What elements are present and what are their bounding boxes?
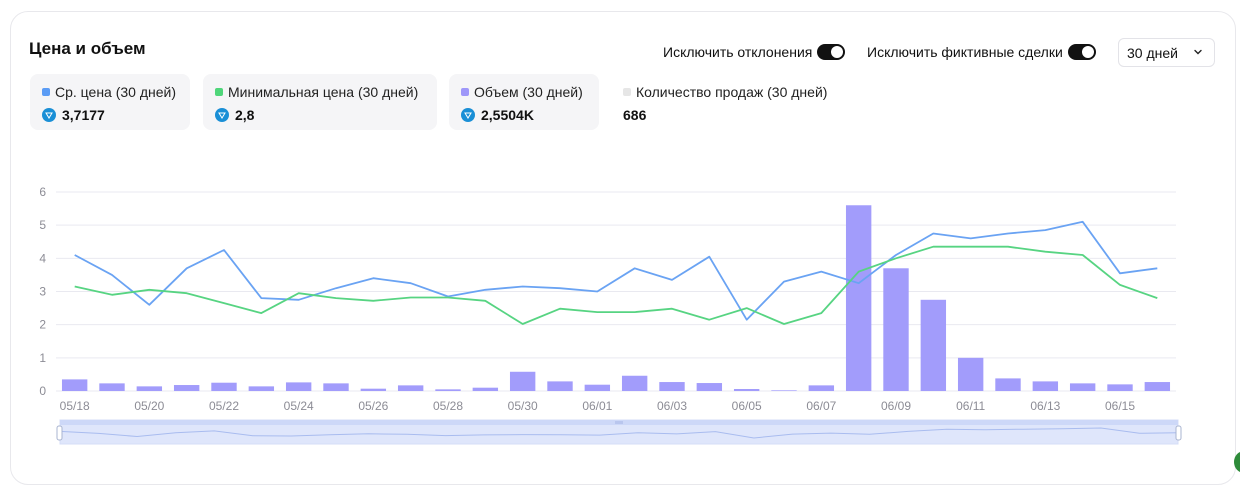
volume-bar [360,388,387,391]
avg-price-line [74,220,1158,321]
volume-bar [995,378,1021,391]
y-tick-label: 1 [39,351,46,365]
volume-bar [397,385,424,391]
volume-bar [61,379,88,391]
volume-bar [920,299,947,391]
y-tick-label: 5 [39,218,46,232]
volume-bar [1107,384,1133,391]
volume-bar [248,386,275,391]
x-tick-label: 05/20 [134,399,164,413]
volume-bar [1032,381,1059,391]
y-tick-label: 6 [39,185,46,199]
x-tick-label: 05/28 [433,399,463,413]
y-tick-label: 4 [39,251,46,265]
x-tick-label: 06/11 [956,399,985,413]
x-tick-label: 06/13 [1030,399,1060,413]
range-slider-handle-left[interactable] [56,425,63,441]
volume-bar [883,268,909,391]
volume-bar [584,384,611,391]
volume-bar [808,385,835,391]
volume-bar [1069,383,1096,391]
volume-bar [435,389,461,391]
x-tick-label: 05/30 [508,399,538,413]
volume-bar [659,382,685,391]
range-slider-grip-icon[interactable] [615,421,623,424]
x-tick-label: 06/07 [806,399,836,413]
volume-bar [547,381,573,391]
volume-bar [136,386,163,391]
y-tick-label: 3 [39,285,46,299]
volume-bar [211,382,237,391]
x-tick-label: 05/26 [358,399,388,413]
volume-bar [285,382,312,391]
range-slider-handle-right[interactable] [1175,425,1182,441]
x-tick-label: 05/18 [60,399,90,413]
volume-bar [733,389,760,391]
volume-bar [771,390,797,391]
volume-bar [173,385,200,391]
price-volume-chart: 0 1 2 3 4 5 6 05/18 05/20 05/22 05/24 05/26 05/28 05/… [39,185,1182,445]
volume-bar [472,387,499,391]
y-tick-label: 0 [39,384,46,398]
volume-bar [509,371,536,391]
x-tick-label: 06/03 [657,399,687,413]
volume-bar [845,205,872,391]
y-tick-label: 2 [39,318,46,332]
x-tick-label: 06/09 [881,399,911,413]
volume-bar [323,383,349,391]
x-tick-label: 06/15 [1105,399,1135,413]
x-tick-label: 05/24 [284,399,314,413]
x-tick-label: 06/05 [732,399,762,413]
volume-bar [621,375,648,391]
volume-bar [696,383,723,391]
volume-bar [1144,382,1171,391]
x-tick-label: 05/22 [209,399,239,413]
volume-bar [957,357,984,391]
x-tick-label: 06/01 [582,399,612,413]
volume-bar [99,383,125,391]
